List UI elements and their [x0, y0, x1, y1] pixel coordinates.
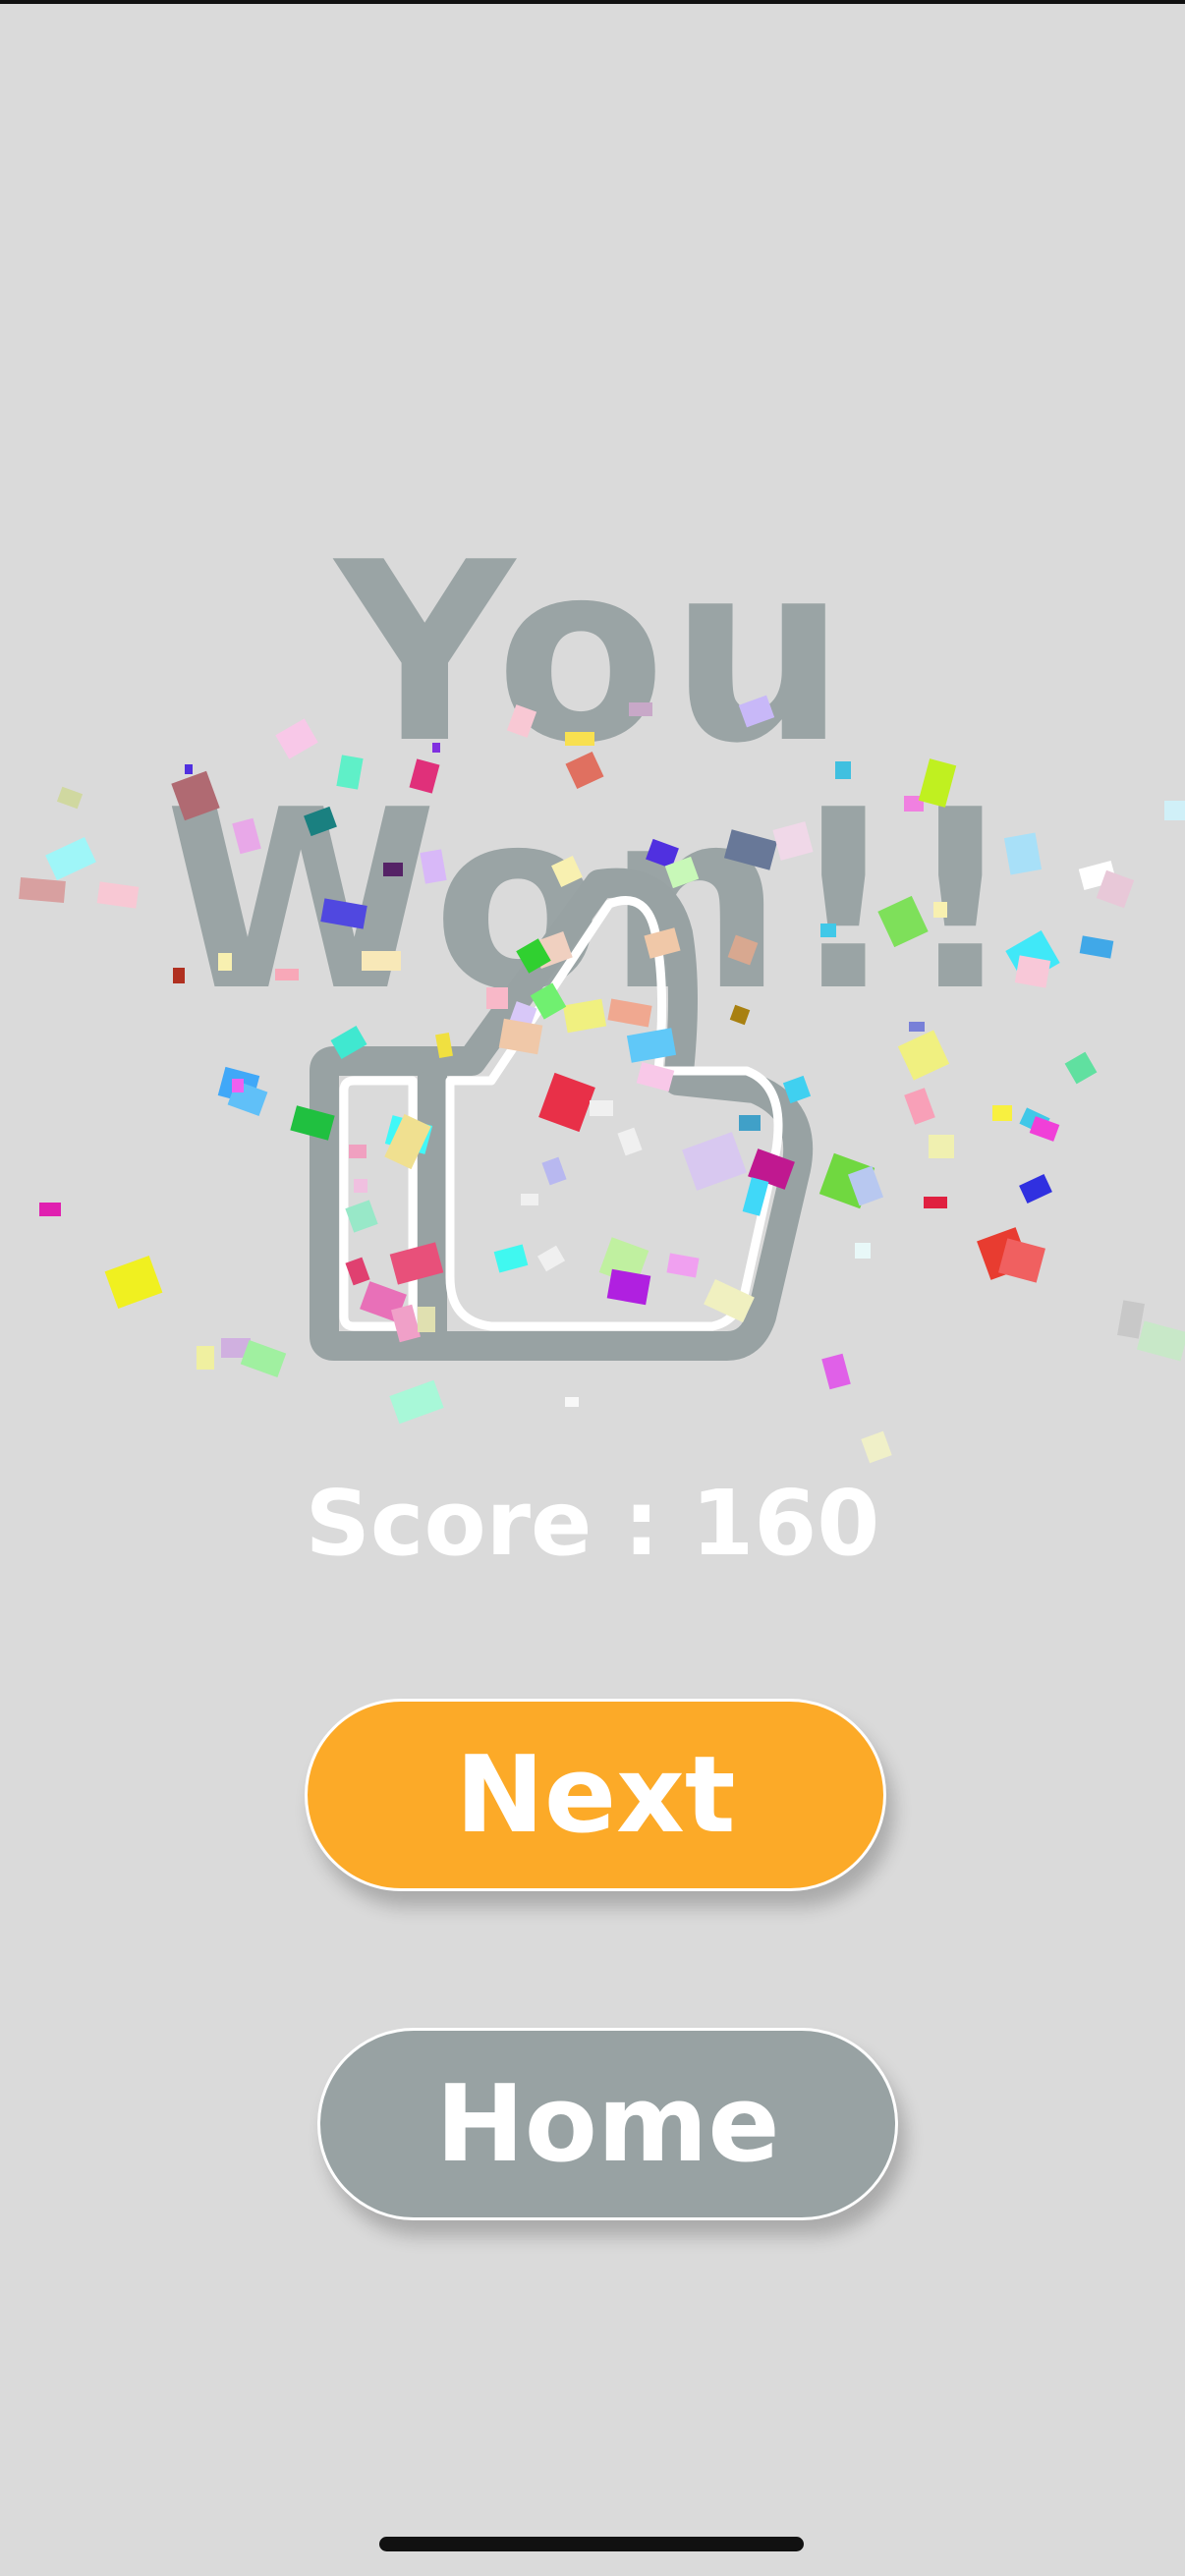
score-text: Score : 160 [305, 1471, 880, 1576]
next-button-label: Next [455, 1733, 736, 1857]
win-title: You Won!! [164, 510, 1021, 1045]
top-edge [0, 0, 1185, 4]
home-button-label: Home [435, 2062, 780, 2186]
next-button[interactable]: Next [305, 1699, 886, 1891]
home-button[interactable]: Home [317, 2028, 898, 2220]
home-indicator[interactable] [379, 2537, 804, 2551]
